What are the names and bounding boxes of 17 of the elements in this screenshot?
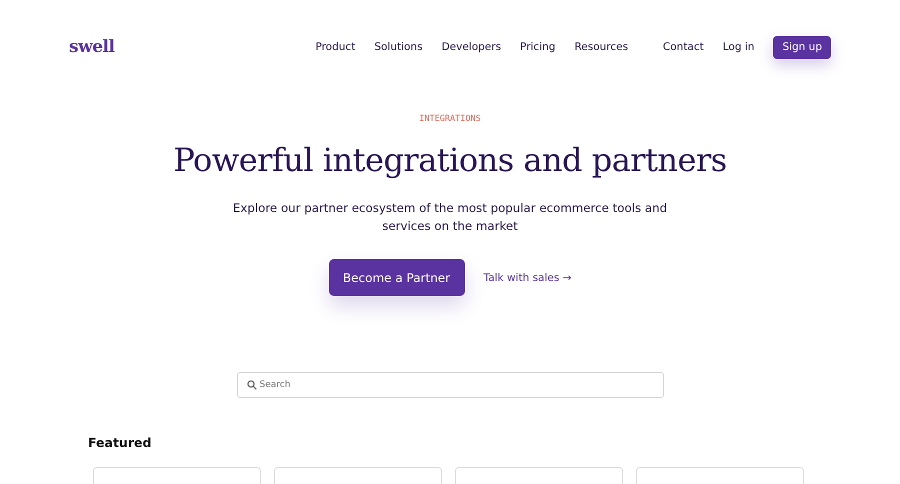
eyebrow-label: INTEGRATIONS bbox=[419, 114, 481, 124]
section-heading: Featured bbox=[88, 435, 152, 450]
nav-link[interactable]: Solutions bbox=[374, 41, 423, 53]
talk-with-sales-link[interactable]: Talk with sales → bbox=[484, 272, 572, 284]
login-link[interactable]: Log in bbox=[722, 41, 754, 53]
logo[interactable]: swell bbox=[69, 37, 114, 57]
signup-button[interactable]: Sign up bbox=[773, 36, 831, 58]
nav-link[interactable]: Pricing bbox=[520, 41, 556, 53]
nav-link[interactable]: Product bbox=[315, 41, 356, 53]
nav-link[interactable]: Resources bbox=[574, 41, 628, 53]
search-icon bbox=[246, 380, 256, 390]
nav-link[interactable]: Developers bbox=[442, 41, 502, 53]
search-field[interactable]: Search bbox=[236, 372, 664, 398]
page-heading: Powerful integrations and partners bbox=[173, 141, 727, 179]
become-partner-button[interactable]: Become a Partner bbox=[328, 259, 465, 296]
hero-description: Explore our partner ecosystem of the most popular ecommerce tools and services on the market bbox=[232, 200, 668, 235]
contact-link[interactable]: Contact bbox=[662, 41, 704, 53]
